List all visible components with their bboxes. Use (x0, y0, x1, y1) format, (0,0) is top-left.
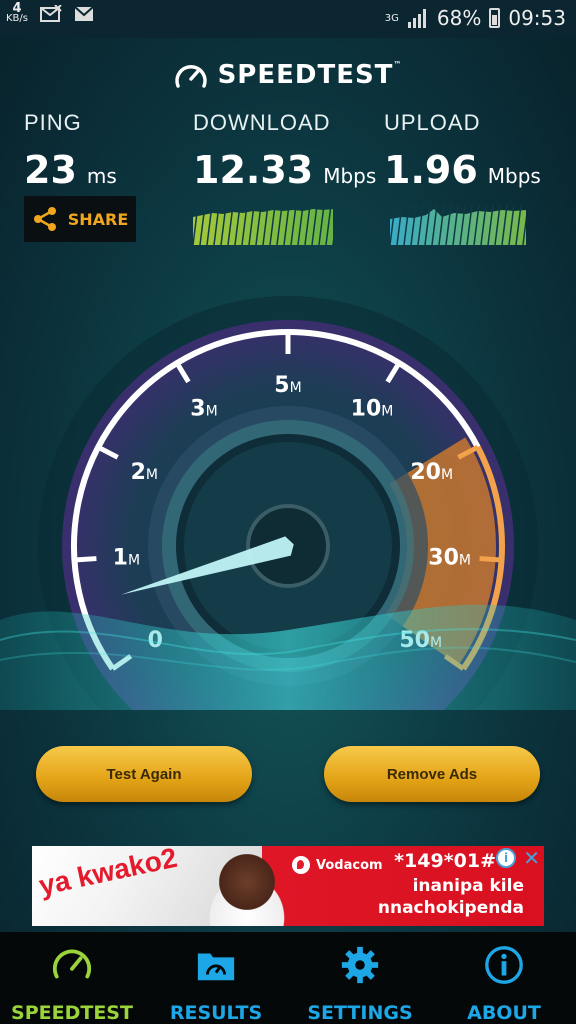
bottom-nav: SPEEDTEST RESULTS SETTINGS ABOUT (0, 932, 576, 1024)
info-icon (485, 946, 523, 984)
battery-icon (489, 8, 501, 28)
ad-text-line2: nnachokipenda (377, 898, 524, 918)
nav-settings[interactable]: SETTINGS (288, 932, 432, 1024)
network-speed-unit: KB/s (6, 13, 28, 24)
download-value: 12.33 Mbps (193, 148, 377, 192)
upload-graph (390, 205, 526, 245)
share-icon (33, 207, 56, 231)
clock: 09:53 (508, 6, 566, 30)
battery-percent: 68% (436, 6, 482, 30)
nav-results[interactable]: RESULTS (144, 932, 288, 1024)
download-label: DOWNLOAD (193, 110, 331, 135)
network-type: 3G (384, 12, 399, 24)
gauge-tick (74, 556, 97, 563)
mail-x-icon (40, 5, 62, 22)
nav-about-label: ABOUT (467, 1002, 541, 1024)
nav-results-label: RESULTS (169, 1002, 263, 1024)
test-again-button[interactable]: Test Again (36, 746, 252, 802)
ad-banner[interactable]: ya kwako2 Vodacom *149*01# inanipa kile … (32, 846, 544, 926)
ping-unit: ms (86, 164, 117, 188)
ad-operator: Vodacom (292, 856, 383, 874)
gear-icon (341, 946, 379, 984)
network-speed-indicator: 4 KB/s (6, 2, 28, 24)
ping-label: PING (24, 110, 82, 135)
share-label: SHARE (67, 209, 129, 229)
nav-about[interactable]: ABOUT (432, 932, 576, 1024)
remove-ads-button[interactable]: Remove Ads (324, 746, 540, 802)
upload-label: UPLOAD (384, 110, 481, 135)
ping-value: 23 ms (24, 148, 117, 192)
speedometer-logo-icon (174, 65, 207, 88)
upload-unit: Mbps (487, 164, 541, 188)
app-logo: SPEEDTEST™ (0, 60, 576, 90)
download-graph (193, 205, 333, 245)
download-unit: Mbps (323, 164, 377, 188)
ad-operator-label: Vodacom (316, 857, 383, 873)
ad-info-icon[interactable]: i (496, 848, 516, 868)
status-bar: 4 KB/s 3G 68% 09:53 (0, 0, 576, 38)
ad-text-line1: inanipa kile (412, 876, 524, 896)
ad-ussd-code: *149*01# (394, 850, 496, 872)
nav-speedtest[interactable]: SPEEDTEST (0, 932, 144, 1024)
folder-gauge-icon (197, 953, 235, 981)
speed-gauge: 01M2M3M5M10M20M30M50M (0, 296, 576, 710)
signal-icon (407, 9, 426, 28)
ad-close-icon[interactable]: ✕ (523, 846, 540, 870)
speedometer-icon (52, 949, 92, 979)
nav-settings-label: SETTINGS (307, 1002, 413, 1024)
app-title: SPEEDTEST™ (217, 60, 403, 90)
vodacom-logo-icon (292, 856, 310, 874)
gauge-tick (479, 556, 502, 563)
share-button[interactable]: SHARE (24, 196, 136, 242)
nav-speedtest-label: SPEEDTEST (11, 1002, 133, 1024)
mail-icon (74, 6, 94, 21)
upload-value: 1.96 Mbps (384, 148, 541, 192)
